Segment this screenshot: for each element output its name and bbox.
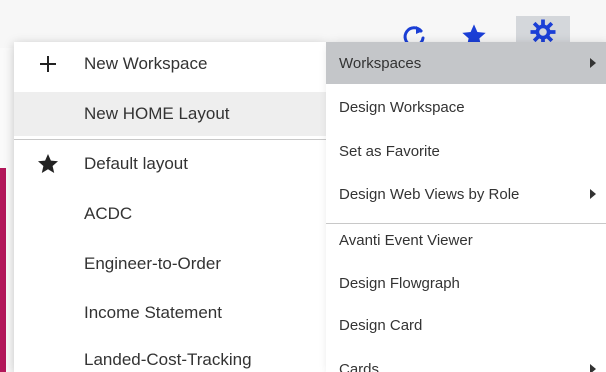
menu-item-design-workspace[interactable]: Design Workspace xyxy=(326,86,606,128)
menu-item-label: Cards xyxy=(339,360,380,372)
submenu-arrow-icon xyxy=(590,364,596,372)
menu-item-label: New Workspace xyxy=(84,54,208,73)
menu-item-label: Design Flowgraph xyxy=(339,274,460,292)
menu-item-set-as-favorite[interactable]: Set as Favorite xyxy=(326,130,606,172)
page-accent-bar xyxy=(0,168,6,372)
plus-icon xyxy=(36,52,60,76)
menu-item-design-web-views-by-role[interactable]: Design Web Views by Role xyxy=(326,173,606,215)
menu-item-label: Landed-Cost-Tracking xyxy=(84,350,252,369)
menu-item-label: Set as Favorite xyxy=(339,142,440,160)
menu-item-income-statement[interactable]: Income Statement xyxy=(14,291,326,335)
menu-item-engineer-to-order[interactable]: Engineer-to-Order xyxy=(14,242,326,286)
menu-item-design-flowgraph[interactable]: Design Flowgraph xyxy=(326,262,606,304)
toolbar xyxy=(0,0,606,48)
menu-item-label: Design Card xyxy=(339,316,423,334)
menu-item-label: Default layout xyxy=(84,154,188,173)
menu-item-label: Design Workspace xyxy=(339,98,465,116)
menu-divider xyxy=(14,139,326,140)
menu-item-avanti-event-viewer[interactable]: Avanti Event Viewer xyxy=(326,219,606,261)
menu-item-label: Avanti Event Viewer xyxy=(339,231,473,249)
menu-item-default-layout[interactable]: Default layout xyxy=(14,142,326,186)
menu-item-workspaces[interactable]: Workspaces xyxy=(326,42,606,84)
menu-item-cards[interactable]: Cards xyxy=(326,348,606,372)
menu-item-label: Engineer-to-Order xyxy=(84,254,222,273)
submenu-arrow-icon xyxy=(590,58,596,68)
workspace-menu: New Workspace New HOME Layout Default la… xyxy=(14,42,326,372)
menu-item-landed-cost-tracking[interactable]: Landed-Cost-Tracking xyxy=(14,338,326,372)
submenu-arrow-icon xyxy=(590,189,596,199)
menu-item-new-home-layout[interactable]: New HOME Layout xyxy=(14,92,326,136)
menu-item-label: Workspaces xyxy=(339,54,422,72)
menu-item-label: Design Web Views by Role xyxy=(339,185,520,203)
menu-item-label: New HOME Layout xyxy=(84,104,230,123)
menu-item-acdc[interactable]: ACDC xyxy=(14,192,326,236)
menu-item-label: ACDC xyxy=(84,204,133,223)
settings-menu: Workspaces Design Workspace Set as Favor… xyxy=(326,42,606,372)
star-icon xyxy=(36,152,60,176)
menu-item-new-workspace[interactable]: New Workspace xyxy=(14,42,326,86)
menu-item-label: Income Statement xyxy=(84,303,222,322)
menu-item-design-card[interactable]: Design Card xyxy=(326,304,606,346)
